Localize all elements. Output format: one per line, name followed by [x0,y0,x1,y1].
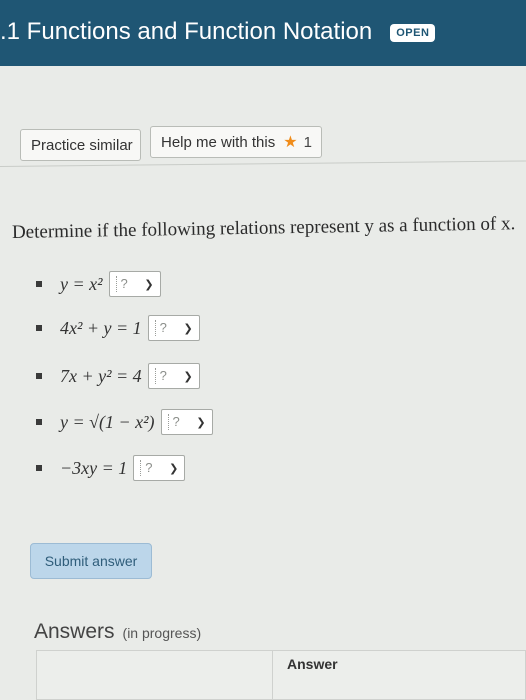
relation-expression: 7x + y² = 4 [60,365,142,386]
list-item: 7x + y² = 4 ? ❯ [36,363,200,389]
answers-table: Answer [36,650,526,700]
function-select[interactable]: ? ❯ [133,455,186,481]
select-value: ? [140,460,153,476]
bullet [36,373,42,379]
help-me-label: Help me with this [161,133,276,151]
divider [0,160,526,167]
practice-similar-button[interactable]: Practice similar [20,129,141,161]
function-select[interactable]: ? ❯ [160,409,213,435]
bullet [36,419,42,425]
function-select[interactable]: ? ❯ [108,271,161,297]
relation-expression: y = √(1 − x²) [60,411,155,432]
page-header: .1 Functions and Function Notation OPEN [0,0,526,66]
bullet [36,465,42,471]
function-select[interactable]: ? ❯ [147,363,200,389]
select-value: ? [115,276,128,292]
help-me-button[interactable]: Help me with this ★ 1 [150,126,322,158]
select-value: ? [154,368,167,384]
relation-expression: −3xy = 1 [60,457,128,478]
table-divider [272,651,273,700]
help-count: 1 [303,133,312,151]
submit-answer-button[interactable]: Submit answer [30,543,152,579]
chevron-down-icon: ❯ [169,462,179,475]
list-item: 4x² + y = 1 ? ❯ [36,315,200,341]
question-prompt: Determine if the following relations rep… [11,213,516,243]
relation-expression: 4x² + y = 1 [60,317,142,338]
select-value: ? [167,414,180,430]
status-badge: OPEN [390,24,436,42]
select-value: ? [154,320,167,336]
answers-heading: Answers (in progress) [34,620,201,644]
answers-status: (in progress) [122,625,202,641]
function-select[interactable]: ? ❯ [147,315,200,341]
bullet [36,325,42,331]
list-item: y = x² ? ❯ [36,271,161,297]
table-header-answer: Answer [287,656,338,672]
list-item: y = √(1 − x²) ? ❯ [36,409,213,435]
bullet [36,281,42,287]
chevron-down-icon: ❯ [183,370,193,383]
chevron-down-icon: ❯ [144,278,154,291]
star-icon: ★ [283,134,298,151]
chevron-down-icon: ❯ [196,416,206,429]
chevron-down-icon: ❯ [183,322,193,335]
page-title: .1 Functions and Function Notation [0,18,373,45]
answers-title: Answers [34,620,115,643]
list-item: −3xy = 1 ? ❯ [36,455,186,481]
relation-expression: y = x² [60,273,103,294]
